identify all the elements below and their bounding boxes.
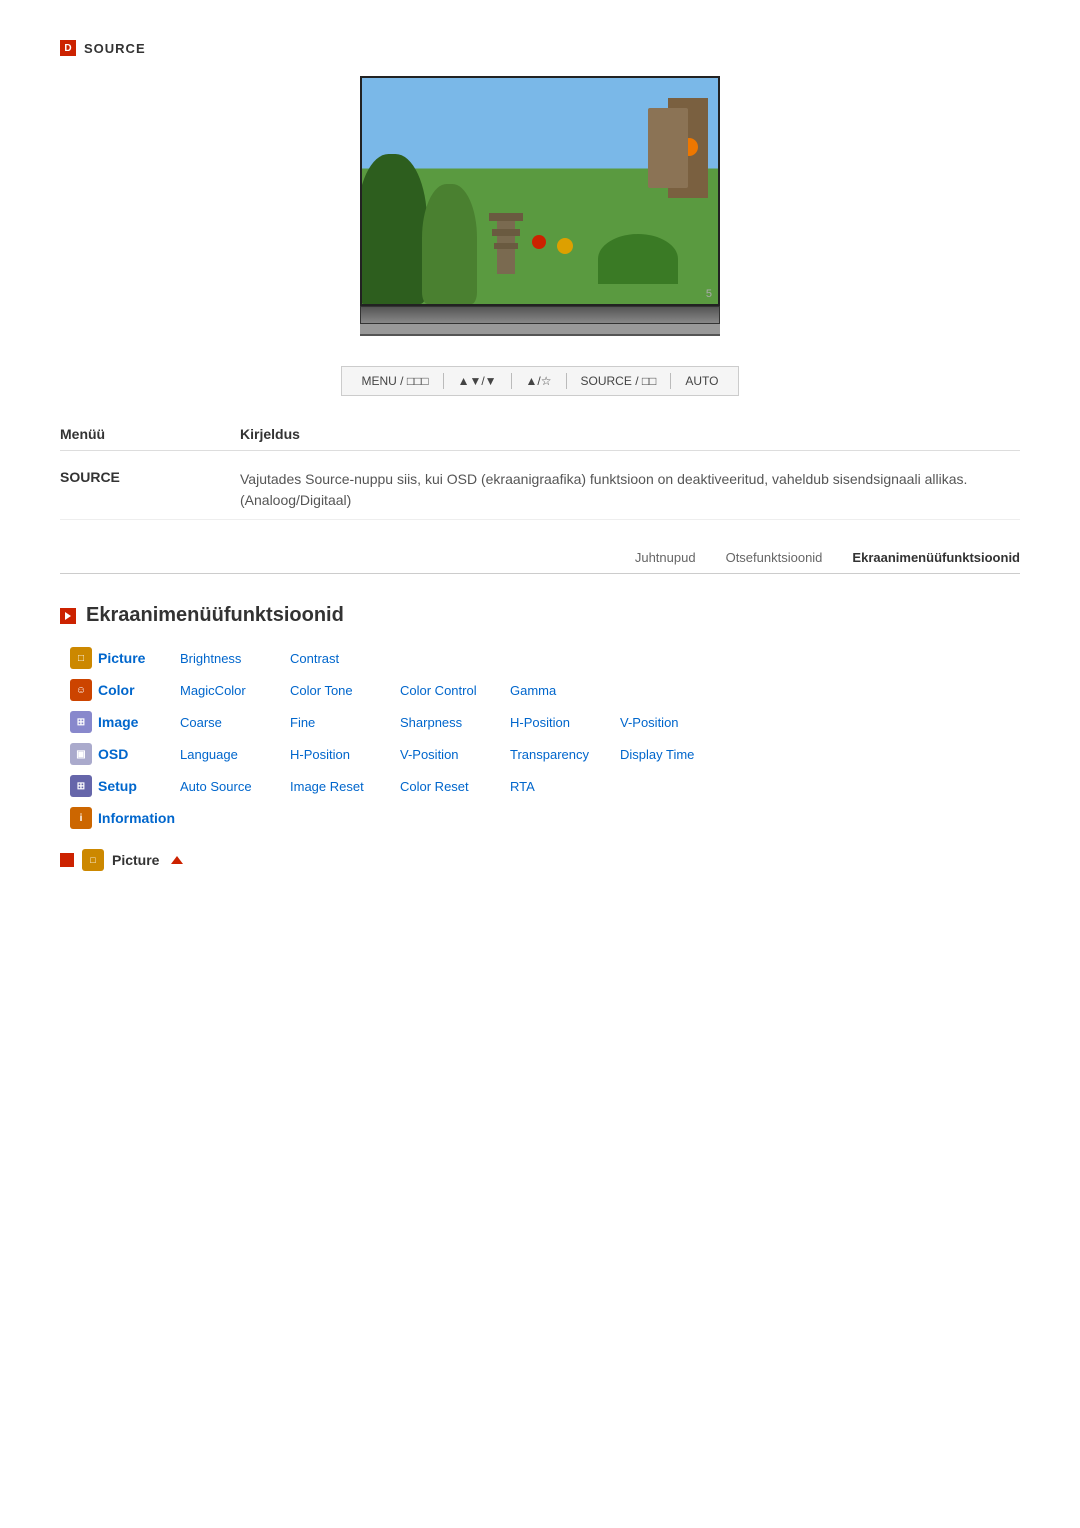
ctrl-brightness: ▲/☆ — [526, 374, 552, 388]
section-header: Ekraanimenüüfunktsioonid — [60, 604, 1020, 627]
link-contrast[interactable]: Contrast — [290, 651, 400, 666]
tab-otsefunktsioonid[interactable]: Otsefunktsioonid — [726, 550, 823, 565]
arrow-right-icon — [63, 611, 73, 621]
source-section-header: D SOURCE — [60, 40, 1020, 56]
link-magiccolor[interactable]: MagicColor — [180, 683, 290, 698]
link-brightness[interactable]: Brightness — [180, 651, 290, 666]
ctrl-divider3 — [566, 373, 567, 389]
desc-table-header: Menüü Kirjeldus — [60, 426, 1020, 451]
yellow-ball — [557, 238, 573, 254]
cat-label-image[interactable]: Image — [98, 714, 138, 730]
control-bar-wrapper: MENU / □□□ ▲▼/▼ ▲/☆ SOURCE / □□ AUTO — [60, 366, 1020, 396]
link-transparency[interactable]: Transparency — [510, 747, 620, 762]
monitor-base — [360, 306, 720, 324]
orange-ball — [680, 138, 698, 156]
link-displaytime[interactable]: Display Time — [620, 747, 730, 762]
cat-picture: □ Picture — [70, 647, 180, 669]
desc-col-desc-header: Kirjeldus — [240, 426, 1020, 442]
link-language[interactable]: Language — [180, 747, 290, 762]
tab-juhtnupud[interactable]: Juhtnupud — [635, 550, 696, 565]
link-imagereset[interactable]: Image Reset — [290, 779, 400, 794]
footer-arrow-up-icon — [171, 856, 183, 864]
cat-information: i Information — [70, 807, 180, 829]
link-vposition-osd[interactable]: V-Position — [400, 747, 510, 762]
pagoda-roof1 — [489, 213, 523, 221]
link-fine[interactable]: Fine — [290, 715, 400, 730]
desc-row-source: SOURCE Vajutades Source-nuppu siis, kui … — [60, 461, 1020, 520]
section-icon — [60, 608, 76, 624]
desc-desc-source: Vajutades Source-nuppu siis, kui OSD (ek… — [240, 469, 1020, 511]
source-icon: D — [60, 40, 76, 56]
link-sharpness[interactable]: Sharpness — [400, 715, 510, 730]
section-title: Ekraanimenüüfunktsioonid — [86, 604, 344, 627]
link-colorreset[interactable]: Color Reset — [400, 779, 510, 794]
monitor-screen: 5 — [360, 76, 720, 306]
ctrl-divider2 — [511, 373, 512, 389]
menu-row-information: i Information — [70, 807, 1020, 829]
control-bar: MENU / □□□ ▲▼/▼ ▲/☆ SOURCE / □□ AUTO — [341, 366, 740, 396]
cat-label-osd[interactable]: OSD — [98, 746, 128, 762]
menu-row-picture: □ Picture Brightness Contrast — [70, 647, 1020, 669]
cat-label-picture[interactable]: Picture — [98, 650, 145, 666]
description-table: Menüü Kirjeldus SOURCE Vajutades Source-… — [60, 426, 1020, 520]
menu-row-color: ☺ Color MagicColor Color Tone Color Cont… — [70, 679, 1020, 701]
source-label: SOURCE — [84, 41, 146, 56]
footer-red-icon — [60, 853, 74, 867]
cat-setup: ⊞ Setup — [70, 775, 180, 797]
menu-row-setup: ⊞ Setup Auto Source Image Reset Color Re… — [70, 775, 1020, 797]
link-autosource[interactable]: Auto Source — [180, 779, 290, 794]
pagoda-roof2 — [492, 229, 520, 236]
ctrl-arrows: ▲▼/▼ — [458, 374, 497, 388]
cat-icon-image: ⊞ — [70, 711, 92, 733]
cat-color: ☺ Color — [70, 679, 180, 701]
ctrl-auto: AUTO — [685, 374, 718, 388]
picture-footer: □ Picture — [60, 849, 1020, 871]
cat-icon-setup: ⊞ — [70, 775, 92, 797]
menu-row-image: ⊞ Image Coarse Fine Sharpness H-Position… — [70, 711, 1020, 733]
pagoda-roof3 — [494, 243, 518, 249]
menu-row-osd: ▣ OSD Language H-Position V-Position Tra… — [70, 743, 1020, 765]
tree-mid — [422, 184, 477, 304]
cat-osd: ▣ OSD — [70, 743, 180, 765]
ctrl-source: SOURCE / □□ — [581, 374, 657, 388]
tree-left — [360, 154, 427, 304]
cat-icon-color: ☺ — [70, 679, 92, 701]
ctrl-divider4 — [670, 373, 671, 389]
cat-icon-picture: □ — [70, 647, 92, 669]
link-vposition-image[interactable]: V-Position — [620, 715, 730, 730]
tab-navigation: Juhtnupud Otsefunktsioonid Ekraanimenüüf… — [60, 550, 1020, 574]
footer-orange-icon: □ — [82, 849, 104, 871]
desc-col-menu-header: Menüü — [60, 426, 240, 442]
link-colorcontrol[interactable]: Color Control — [400, 683, 510, 698]
footer-picture-label: Picture — [112, 852, 159, 868]
link-hposition-osd[interactable]: H-Position — [290, 747, 400, 762]
monitor-stand — [360, 324, 720, 336]
cat-label-setup[interactable]: Setup — [98, 778, 137, 794]
red-ball — [532, 235, 546, 249]
cat-label-color[interactable]: Color — [98, 682, 135, 698]
cat-icon-information: i — [70, 807, 92, 829]
link-gamma[interactable]: Gamma — [510, 683, 620, 698]
cat-label-information[interactable]: Information — [98, 810, 175, 826]
link-colortone[interactable]: Color Tone — [290, 683, 400, 698]
monitor-number: 5 — [706, 288, 712, 300]
ctrl-divider1 — [443, 373, 444, 389]
cat-image: ⊞ Image — [70, 711, 180, 733]
ctrl-menu: MENU / □□□ — [362, 374, 429, 388]
monitor-image-wrapper: 5 — [60, 76, 1020, 336]
link-hposition-image[interactable]: H-Position — [510, 715, 620, 730]
monitor-frame: 5 — [360, 76, 720, 336]
bush-cluster — [598, 234, 678, 284]
cat-icon-osd: ▣ — [70, 743, 92, 765]
link-rta[interactable]: RTA — [510, 779, 620, 794]
tab-ekraanimenu[interactable]: Ekraanimenüüfunktsioonid — [852, 550, 1020, 565]
menu-grid: □ Picture Brightness Contrast ☺ Color Ma… — [70, 647, 1020, 829]
desc-menu-source: SOURCE — [60, 469, 240, 511]
link-coarse[interactable]: Coarse — [180, 715, 290, 730]
